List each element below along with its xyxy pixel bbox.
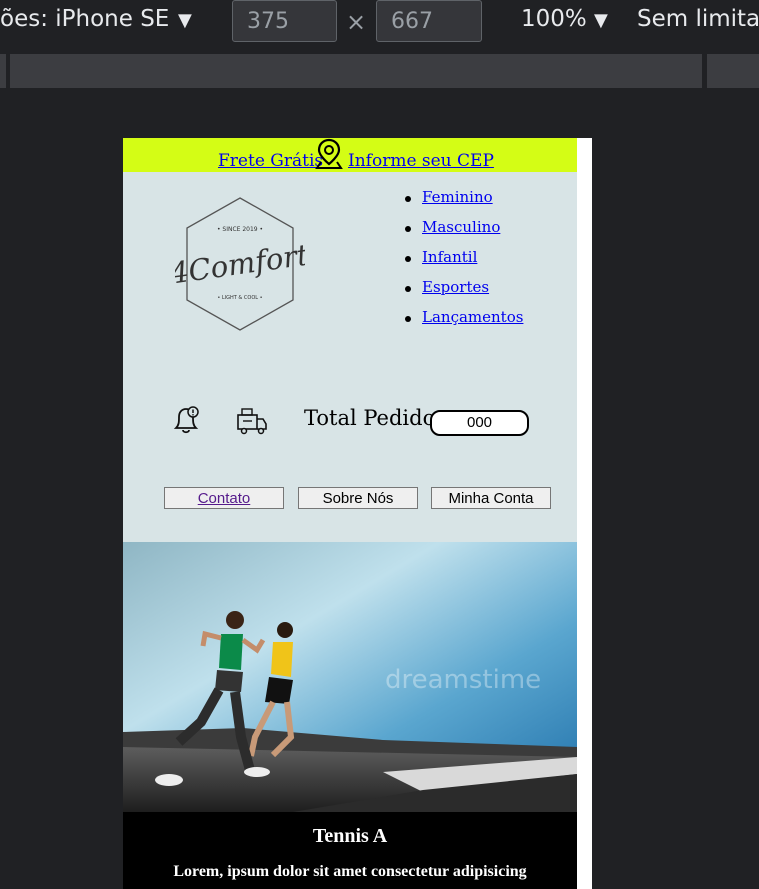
watermark-text: dreamstime [385, 665, 541, 695]
site-page: Frete Grátis Informe seu CEP • SINCE 201… [123, 138, 577, 889]
runners-photo: dreamstime [123, 542, 577, 812]
product-card: Tennis A Lorem, ipsum dolor sit amet con… [123, 812, 577, 889]
devtools-device-toolbar: ões: iPhone SE ▼ 375 × 667 100% ▼ Sem li… [0, 0, 759, 48]
device-viewport: Frete Grátis Informe seu CEP • SINCE 201… [123, 138, 592, 889]
zoom-selector[interactable]: 100% [521, 6, 587, 32]
nav-link-infantil[interactable]: Infantil [422, 248, 477, 266]
media-query-bar[interactable] [10, 54, 702, 88]
throttle-selector[interactable]: Sem limita [637, 6, 759, 32]
category-nav: Feminino Masculino Infantil Esportes Lan… [405, 188, 523, 338]
total-order-label: Total Pedido [304, 406, 436, 430]
contact-link[interactable]: Contato [198, 490, 251, 507]
chevron-down-icon[interactable]: ▼ [594, 10, 608, 31]
nav-item-lancamentos: Lançamentos [405, 308, 523, 338]
nav-item-esportes: Esportes [405, 278, 523, 308]
hero-image: dreamstime [123, 542, 577, 812]
nav-item-masculino: Masculino [405, 218, 523, 248]
free-shipping-link[interactable]: Frete Grátis [218, 151, 323, 171]
nav-link-masculino[interactable]: Masculino [422, 218, 500, 236]
nav-link-feminino[interactable]: Feminino [422, 188, 493, 206]
account-button[interactable]: Minha Conta [431, 487, 551, 509]
map-pin-icon[interactable] [315, 138, 343, 170]
device-selector[interactable]: ões: iPhone SE [0, 6, 169, 32]
top-banner: Frete Grátis Informe seu CEP [123, 138, 577, 172]
dimension-separator: × [346, 8, 367, 36]
nav-item-infantil: Infantil [405, 248, 523, 278]
delivery-truck-icon[interactable] [235, 406, 269, 436]
logo-tagline-text: • LIGHT & COOL • [217, 295, 262, 301]
width-input[interactable]: 375 [232, 0, 337, 42]
total-order-value: 000 [430, 410, 529, 436]
brand-logo[interactable]: • SINCE 2019 • 4Comfort • LIGHT & COOL • [175, 194, 305, 334]
nav-item-feminino: Feminino [405, 188, 523, 218]
height-input[interactable]: 667 [376, 0, 482, 42]
chevron-down-icon[interactable]: ▼ [178, 10, 192, 31]
logo-brand-text: 4Comfort [175, 237, 305, 290]
product-title: Tennis A [312, 825, 388, 847]
logo-since-text: • SINCE 2019 • [217, 226, 263, 233]
nav-link-esportes[interactable]: Esportes [422, 278, 489, 296]
nav-link-lancamentos[interactable]: Lançamentos [422, 308, 523, 326]
cep-link[interactable]: Informe seu CEP [348, 151, 494, 171]
ruler-right [707, 54, 759, 88]
contact-button[interactable]: Contato [164, 487, 284, 509]
product-description: Lorem, ipsum dolor sit amet consectetur … [173, 863, 527, 880]
bell-icon[interactable] [171, 404, 201, 436]
about-button[interactable]: Sobre Nós [298, 487, 418, 509]
ruler-left [0, 54, 6, 88]
